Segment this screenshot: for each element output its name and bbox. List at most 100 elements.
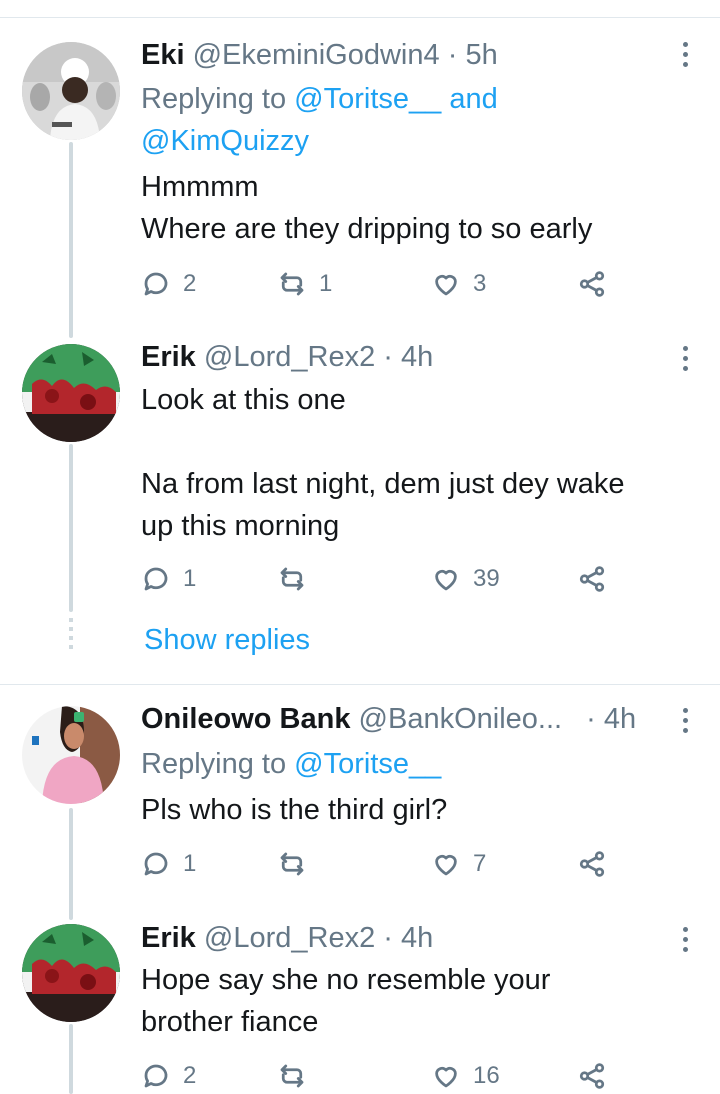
reply-icon [144, 1064, 168, 1088]
retweet-button[interactable] [277, 1061, 319, 1091]
tweet-text: Hope say she no resemble your brother fi… [141, 959, 690, 1043]
dot-separator: · [447, 39, 458, 71]
text-line: Hmmmm [141, 171, 259, 203]
reply-count: 1 [183, 565, 197, 592]
reply-button[interactable]: 1 [141, 564, 196, 594]
retweet-button[interactable]: 1 [277, 269, 332, 299]
avatar[interactable] [22, 42, 120, 140]
tweet-time[interactable]: 4h [401, 341, 433, 373]
text-line: Hope say she no resemble your [141, 964, 551, 996]
text-line: Look at this one [141, 384, 346, 416]
share-button[interactable] [577, 269, 607, 299]
like-count: 7 [473, 850, 487, 877]
more-icon[interactable] [680, 346, 690, 376]
dot-separator: · [383, 922, 393, 954]
tweet-text: Hmmmm Where are they dripping to so earl… [141, 166, 690, 250]
avatar[interactable] [22, 706, 120, 804]
display-name[interactable]: Onileowo Bank [141, 703, 350, 735]
share-button[interactable] [577, 564, 607, 594]
retweet-button[interactable] [277, 849, 319, 879]
tweet-actions: 1 39 [141, 564, 621, 598]
avatar[interactable] [22, 924, 120, 1022]
like-button[interactable]: 7 [431, 849, 486, 879]
mention-link[interactable]: @KimQuizzy [141, 125, 309, 157]
text-line [141, 421, 690, 463]
more-icon[interactable] [680, 927, 690, 957]
retweet-icon [280, 1064, 304, 1088]
dot-separator: · [383, 341, 393, 373]
user-handle[interactable]: @Lord_Rex2 [204, 922, 375, 954]
thread-more-dots [69, 618, 73, 654]
retweet-icon [280, 567, 304, 591]
like-count: 16 [473, 1062, 500, 1089]
retweet-button[interactable] [277, 564, 319, 594]
reply-count: 2 [183, 1062, 197, 1089]
tweet-time[interactable]: 4h [604, 703, 636, 735]
tweet-actions: 2 1 3 [141, 269, 621, 303]
like-icon [435, 1067, 457, 1088]
avatar-image [22, 344, 120, 442]
reply-button[interactable]: 2 [141, 1061, 196, 1091]
tweet-actions: 2 16 [141, 1061, 621, 1094]
like-count: 39 [473, 565, 500, 592]
thread-separator [0, 684, 720, 685]
avatar-image [22, 924, 120, 1022]
tweet-text: Pls who is the third girl? [141, 789, 690, 831]
text-line: Where are they dripping to so early [141, 213, 593, 245]
avatar-image [22, 42, 120, 140]
replying-to: Replying to @Toritse__ and @KimQuizzy [141, 78, 498, 162]
tweet-time[interactable]: 5h [465, 39, 497, 71]
mention-link[interactable]: @Toritse__ [294, 748, 441, 780]
reply-button[interactable]: 1 [141, 849, 196, 879]
text-line: brother fiance [141, 1006, 319, 1038]
more-icon[interactable] [680, 708, 690, 738]
share-button[interactable] [577, 1061, 607, 1091]
thread-connector [69, 142, 73, 338]
user-handle[interactable]: @EkeminiGodwin4 [193, 39, 440, 71]
replying-to: Replying to @Toritse__ [141, 743, 441, 785]
like-icon [435, 855, 457, 876]
reply-icon [144, 567, 168, 591]
reply-icon [144, 272, 168, 296]
tweet-header: Eki @EkeminiGodwin4 · 5h [141, 37, 650, 73]
show-replies-link[interactable]: Show replies [144, 624, 310, 657]
retweet-icon [280, 272, 304, 296]
like-button[interactable]: 3 [431, 269, 486, 299]
tweet-time[interactable]: 4h [401, 922, 433, 954]
like-count: 3 [473, 270, 487, 297]
like-button[interactable]: 16 [431, 1061, 500, 1091]
thread-connector [69, 444, 73, 612]
text-line: Na from last night, dem just dey wake [141, 468, 625, 500]
retweet-icon [280, 852, 304, 876]
display-name[interactable]: Eki [141, 39, 185, 71]
thread-connector [69, 1024, 73, 1094]
share-button[interactable] [577, 849, 607, 879]
text-line: up this morning [141, 510, 340, 542]
text-line: Pls who is the third girl? [141, 794, 448, 826]
mention-link[interactable]: @Toritse__ [294, 83, 441, 115]
avatar-image [22, 706, 120, 804]
like-icon [435, 275, 457, 296]
reply-count: 2 [183, 270, 197, 297]
display-name[interactable]: Erik [141, 341, 196, 373]
tweet-header: Erik @Lord_Rex2 · 4h [141, 920, 650, 956]
more-icon[interactable] [680, 42, 690, 72]
top-separator [0, 17, 720, 18]
like-icon [435, 570, 457, 591]
user-handle[interactable]: @BankOnileo... [359, 703, 563, 735]
reply-count: 1 [183, 850, 197, 877]
replying-prefix: Replying to [141, 748, 295, 780]
avatar[interactable] [22, 344, 120, 442]
dot-separator: · [586, 703, 596, 735]
like-button[interactable]: 39 [431, 564, 500, 594]
tweet-actions: 1 7 [141, 849, 621, 883]
thread-connector [69, 808, 73, 920]
tweet-header: Onileowo Bank @BankOnileo... · 4h [141, 701, 650, 737]
replying-prefix: Replying to [141, 83, 295, 115]
reply-button[interactable]: 2 [141, 269, 196, 299]
tweet-header: Erik @Lord_Rex2 · 4h [141, 339, 650, 375]
reply-icon [144, 852, 168, 876]
display-name[interactable]: Erik [141, 922, 196, 954]
replying-joiner: and [441, 83, 498, 115]
user-handle[interactable]: @Lord_Rex2 [204, 341, 375, 373]
